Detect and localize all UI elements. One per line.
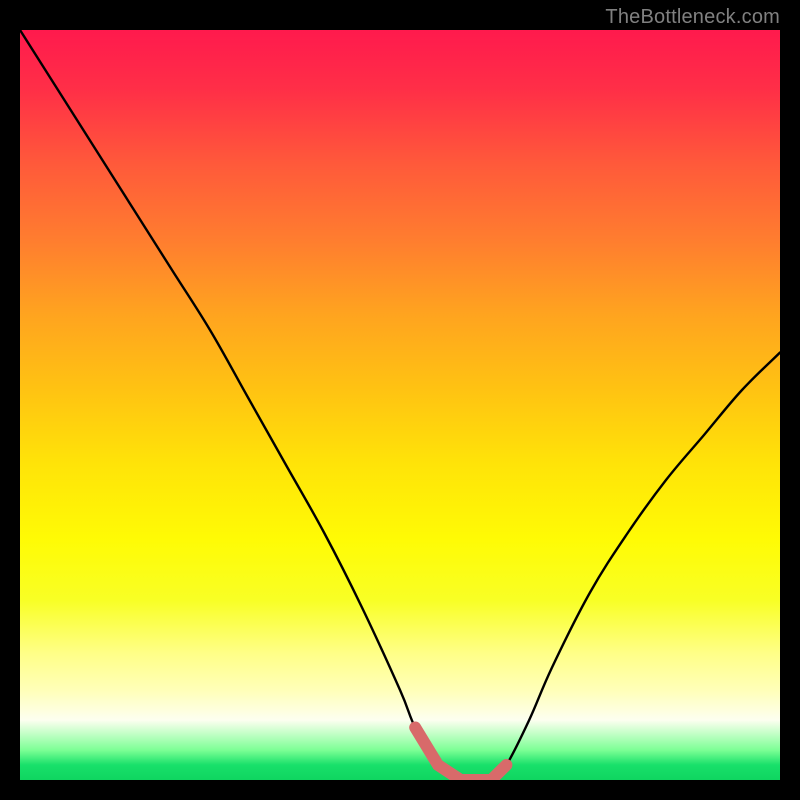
watermark-text: TheBottleneck.com [605,6,780,29]
valley-marker [415,728,506,781]
plot-area [20,30,780,780]
bottleneck-curve [20,30,780,780]
chart-frame: TheBottleneck.com [0,0,800,800]
curve-layer [20,30,780,780]
